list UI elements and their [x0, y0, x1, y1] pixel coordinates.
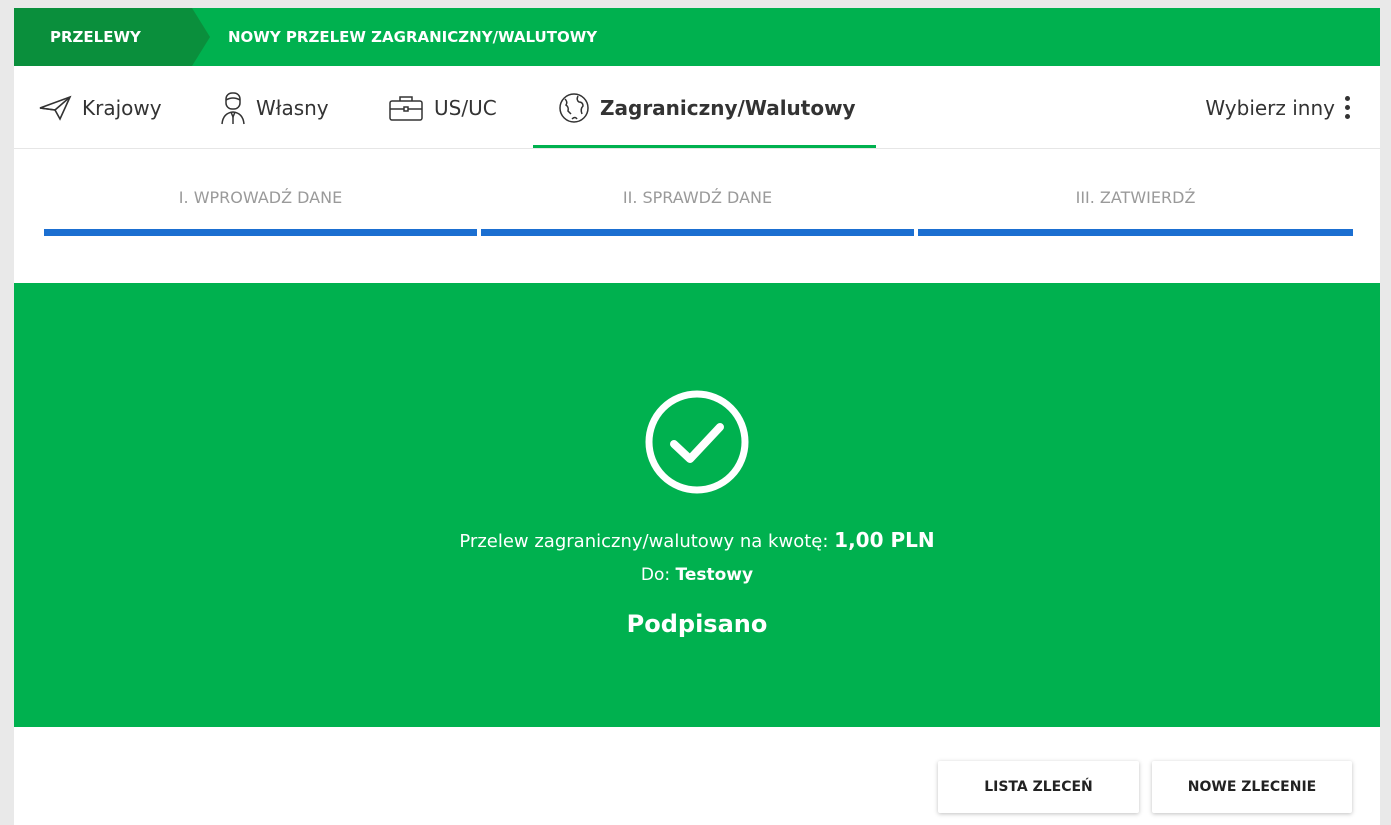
amount-prefix: Przelew zagraniczny/walutowy na kwotę: [459, 531, 829, 552]
tab-tax-office-label: US/UC [434, 95, 497, 120]
kebab-menu-icon [1345, 96, 1350, 119]
step-enter-data: I. WPROWADŹ DANE [44, 178, 477, 236]
tab-tax-office[interactable]: US/UC [388, 66, 497, 149]
breadcrumb-separator [192, 8, 210, 66]
step-enter-data-bar [44, 229, 477, 236]
active-tab-indicator [533, 145, 876, 148]
step-check-data-label: II. SPRAWDŹ DANE [622, 188, 773, 207]
step-enter-data-label: I. WPROWADŹ DANE [178, 188, 343, 207]
recipient-line: Do: Testowy [14, 565, 1380, 585]
order-list-button[interactable]: LISTA ZLECEŃ [938, 761, 1139, 813]
tab-domestic-label: Krajowy [82, 95, 162, 120]
step-check-data-bar [481, 229, 914, 236]
globe-icon [558, 92, 590, 124]
paper-plane-icon [38, 95, 72, 121]
choose-other-label: Wybierz inny [1205, 95, 1335, 120]
breadcrumb-item-transfers[interactable]: PRZELEWY [14, 8, 192, 66]
tab-own-label: Własny [256, 95, 329, 120]
step-confirm: III. ZATWIERDŹ [918, 178, 1353, 236]
step-confirm-bar [918, 229, 1353, 236]
transfer-amount-line: Przelew zagraniczny/walutowy na kwotę: 1… [14, 528, 1380, 552]
tab-foreign[interactable]: Zagraniczny/Walutowy [558, 66, 856, 149]
briefcase-icon [388, 94, 424, 122]
tab-domestic[interactable]: Krajowy [38, 66, 162, 149]
step-confirm-label: III. ZATWIERDŹ [1075, 188, 1196, 207]
step-check-data: II. SPRAWDŹ DANE [481, 178, 914, 236]
person-icon [220, 91, 246, 125]
progress-steps: I. WPROWADŹ DANE II. SPRAWDŹ DANE III. Z… [44, 178, 1353, 238]
tab-own[interactable]: Własny [220, 66, 329, 149]
transfer-type-tabs: Krajowy Własny US/UC Zagraniczny/Walutow… [14, 66, 1380, 149]
status-text: Podpisano [626, 610, 768, 638]
breadcrumb: PRZELEWY NOWY PRZELEW ZAGRANICZNY/WALUTO… [14, 8, 1380, 66]
transfer-page: PRZELEWY NOWY PRZELEW ZAGRANICZNY/WALUTO… [14, 8, 1380, 825]
amount-value: 1,00 PLN [834, 528, 935, 552]
new-order-button[interactable]: NOWE ZLECENIE [1152, 761, 1352, 813]
choose-other-button[interactable]: Wybierz inny [1205, 66, 1350, 149]
recipient-name: Testowy [675, 565, 754, 585]
breadcrumb-item-current: NOWY PRZELEW ZAGRANICZNY/WALUTOWY [228, 28, 598, 46]
recipient-prefix: Do: [640, 565, 671, 585]
tab-foreign-label: Zagraniczny/Walutowy [600, 95, 856, 120]
check-circle-icon [645, 390, 749, 494]
success-panel: Przelew zagraniczny/walutowy na kwotę: 1… [14, 283, 1380, 727]
